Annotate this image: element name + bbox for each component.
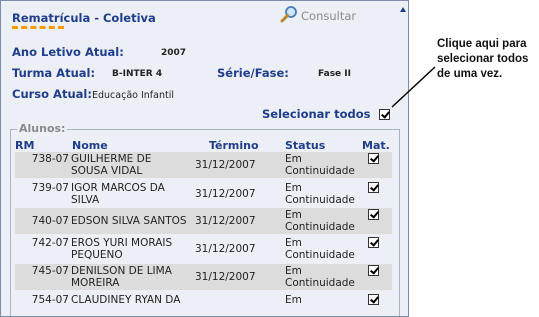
callout-text: Clique aqui para selecionar todos de uma… bbox=[437, 38, 529, 80]
